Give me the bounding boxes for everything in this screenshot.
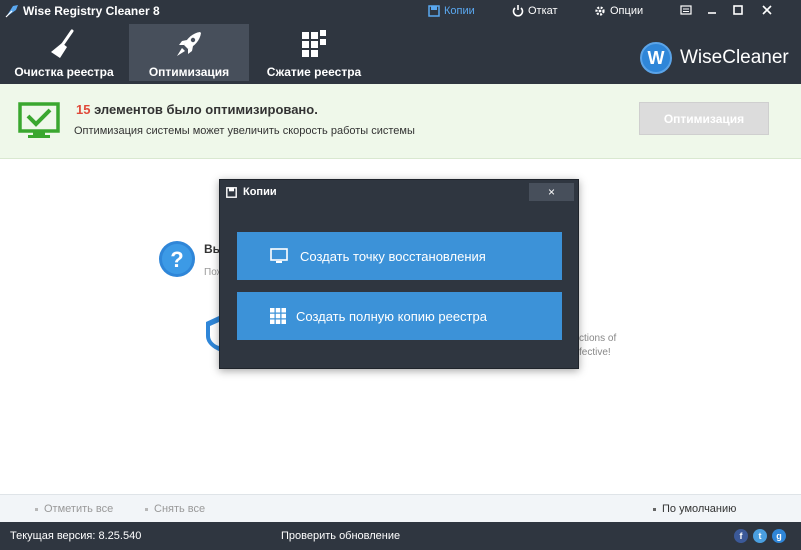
app-logo-icon [5,5,18,18]
background-text-fragment: ctions of [579,333,617,344]
status-banner: 15 элементов было оптимизировано. Оптими… [0,84,801,159]
maximize-icon[interactable] [731,3,745,17]
compress-icon [302,30,326,57]
tab-label: Очистка реестра [14,65,114,79]
save-icon [428,5,440,17]
select-all-label: Отметить все [44,503,114,515]
backup-dialog: Копии × Создать точку восстановления Соз… [219,179,579,369]
save-icon [226,187,237,198]
minimize-icon[interactable] [705,3,719,17]
deselect-all-link[interactable]: Снять все [145,503,205,515]
dialog-title: Копии [243,186,277,198]
defaults-label: По умолчанию [662,503,737,515]
backup-button[interactable]: Копии [428,3,475,19]
rocket-icon [177,32,201,56]
status-bar: Текущая версия: 8.25.540 Проверить обнов… [0,522,801,550]
gear-icon [595,6,605,16]
undo-icon [512,5,524,17]
full-backup-label: Создать полную копию реестра [296,308,487,324]
close-icon: × [547,185,555,199]
check-monitor-icon [18,102,60,138]
monitor-icon [270,248,288,263]
grid-icon [270,308,286,324]
tab-optimization[interactable]: Оптимизация [129,24,249,81]
footer-actions-bar: Отметить все Снять все По умолчанию [0,494,801,522]
full-registry-backup-button[interactable]: Создать полную копию реестра [237,292,562,340]
menu-icon[interactable] [679,3,693,17]
title-bar: Wise Registry Cleaner 8 Копии Откат Опци… [0,0,801,22]
undo-button[interactable]: Откат [512,3,558,19]
app-title: Wise Registry Cleaner 8 [23,4,160,18]
svg-text:?: ? [170,247,183,272]
result-subline: Оптимизация системы может увеличить скор… [74,125,415,137]
tab-label: Оптимизация [148,65,230,79]
optimize-button[interactable]: Оптимизация [639,102,769,135]
google-plus-icon[interactable]: g [772,529,786,543]
version-text: Текущая версия: 8.25.540 [10,530,142,542]
background-text-fragment: fective! [579,347,611,358]
tab-label: Сжатие реестра [266,65,362,79]
options-button[interactable]: Опции [594,3,643,19]
brand-name: WiseCleaner [680,47,789,68]
options-label: Опции [610,5,644,17]
result-headline: 15 элементов было оптимизировано. [76,102,318,117]
defaults-link[interactable]: По умолчанию [653,503,736,515]
facebook-icon[interactable]: f [734,529,748,543]
dialog-close-button[interactable]: × [529,183,574,201]
restore-point-label: Создать точку восстановления [300,248,486,264]
twitter-icon[interactable]: t [753,529,767,543]
bullet-icon [653,507,656,511]
bullet-icon [35,507,38,511]
optimized-count: 15 [76,102,91,117]
backup-label: Копии [444,5,475,17]
deselect-all-label: Снять все [154,503,206,515]
brand-logo[interactable]: W WiseCleaner [640,42,789,74]
check-update-link[interactable]: Проверить обновление [281,530,400,542]
bullet-icon [145,507,148,511]
question-icon: ? [159,241,195,277]
close-icon[interactable] [760,3,774,17]
tab-registry-compress[interactable]: Сжатие реестра [254,24,374,80]
main-toolbar: Очистка реестра Оптимизация Сжатие реест… [0,22,801,84]
tab-registry-cleaner[interactable]: Очистка реестра [4,24,124,80]
undo-label: Откат [528,5,558,17]
broom-icon [51,29,74,58]
select-all-link[interactable]: Отметить все [35,503,113,515]
wisecleaner-logo-icon: W [640,42,672,74]
headline-text: элементов было оптимизировано. [90,102,318,117]
create-restore-point-button[interactable]: Создать точку восстановления [237,232,562,280]
